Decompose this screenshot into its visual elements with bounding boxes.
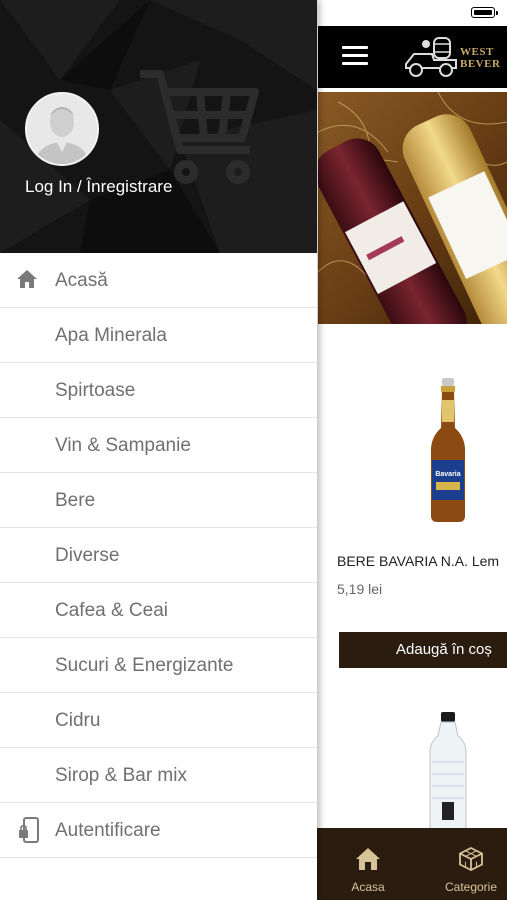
battery-icon <box>471 7 498 18</box>
tab-acasa-label: Acasa <box>351 880 385 894</box>
bottle-label-text: Bavaria <box>435 471 460 478</box>
menu-item-label: Autentificare <box>55 820 161 841</box>
drawer-menu: Acasă Apa Minerala Spirtoase Vin & Sampa… <box>0 253 317 858</box>
menu-item-cafea-ceai[interactable]: Cafea & Ceai <box>0 583 317 638</box>
tab-categorie[interactable]: Categorie <box>435 828 507 900</box>
menu-item-spirtoase[interactable]: Spirtoase <box>0 363 317 418</box>
top-bar: WEST BEVER <box>318 26 507 88</box>
user-avatar[interactable] <box>25 92 99 166</box>
add-to-cart-button[interactable]: Adaugă în coș <box>339 632 507 668</box>
status-bar <box>318 0 507 26</box>
menu-item-sirop-bar-mix[interactable]: Sirop & Bar mix <box>0 748 317 803</box>
login-register-link[interactable]: Log In / Înregistrare <box>25 177 172 197</box>
home-icon <box>337 847 399 874</box>
hero-banner-image[interactable] <box>318 92 507 324</box>
menu-item-acasa[interactable]: Acasă <box>0 253 317 308</box>
menu-item-label: Vin & Sampanie <box>55 435 191 456</box>
bottom-tab-bar: Acasa Categorie <box>313 828 507 900</box>
menu-item-label: Sirop & Bar mix <box>55 765 187 786</box>
menu-item-label: Bere <box>55 490 96 511</box>
menu-item-label: Diverse <box>55 545 120 566</box>
product-image-beer[interactable]: Bavaria <box>428 378 468 529</box>
menu-item-autentificare[interactable]: Autentificare <box>0 803 317 858</box>
menu-item-apa-minerala[interactable]: Apa Minerala <box>0 308 317 363</box>
brand-logo-text: WEST BEVER <box>460 46 501 70</box>
phone-lock-icon <box>18 817 40 848</box>
menu-item-vin-sampanie[interactable]: Vin & Sampanie <box>0 418 317 473</box>
tab-acasa[interactable]: Acasa <box>337 828 399 900</box>
navigation-drawer: Log In / Înregistrare Acasă Apa Minerala… <box>0 0 317 900</box>
home-icon <box>16 269 38 294</box>
menu-item-label: Apa Minerala <box>55 325 167 346</box>
menu-item-label: Spirtoase <box>55 380 136 401</box>
menu-item-label: Sucuri & Energizante <box>55 655 234 676</box>
menu-item-sucuri-energizante[interactable]: Sucuri & Energizante <box>0 638 317 693</box>
menu-item-label: Acasă <box>55 270 108 291</box>
menu-item-diverse[interactable]: Diverse <box>0 528 317 583</box>
menu-item-bere[interactable]: Bere <box>0 473 317 528</box>
product-name[interactable]: BERE BAVARIA N.A. Lem <box>337 553 499 569</box>
product-price: 5,19 lei <box>337 581 383 597</box>
drawer-header: Log In / Înregistrare <box>0 0 317 253</box>
cube-icon <box>435 846 507 874</box>
app-screen: WEST BEVER Bavaria BERE BAVARIA N.A. Lem… <box>318 0 507 900</box>
menu-item-label: Cafea & Ceai <box>55 600 169 621</box>
menu-item-cidru[interactable]: Cidru <box>0 693 317 748</box>
product-image-water[interactable] <box>426 712 470 837</box>
hamburger-menu-icon[interactable] <box>342 46 368 66</box>
truck-barrel-icon <box>405 37 457 77</box>
menu-item-label: Cidru <box>55 710 101 731</box>
tab-categorie-label: Categorie <box>444 880 498 894</box>
brand-logo[interactable]: WEST BEVER <box>404 36 507 78</box>
user-avatar-icon <box>27 94 97 164</box>
